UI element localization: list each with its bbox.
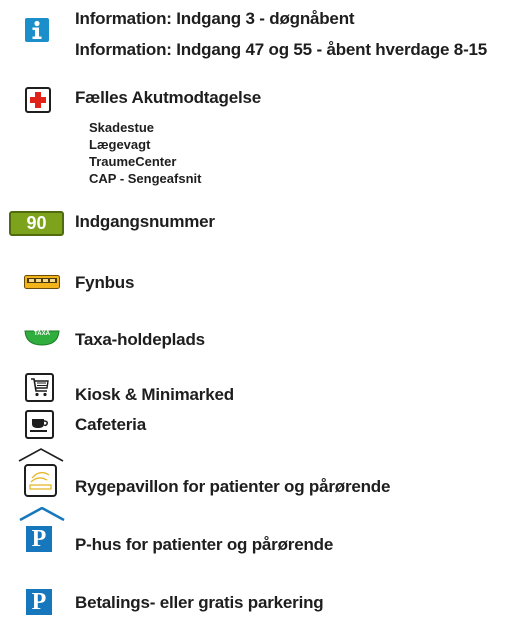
information-line-2: Information: Indgang 47 og 55 - åbent hv…	[75, 40, 488, 59]
emergency-sub-item: Lægevagt	[89, 137, 151, 152]
emergency-title: Fælles Akutmodtagelse	[75, 88, 261, 107]
smoking-label: Rygepavillon for patienter og pårørende	[75, 477, 391, 496]
coffee-cup-icon	[25, 410, 54, 439]
shopping-cart-icon	[25, 373, 54, 402]
emergency-sub-item: TraumeCenter	[89, 154, 177, 169]
entrance-label: Indgangsnummer	[75, 212, 215, 231]
emergency-sub-item: Skadestue	[89, 120, 155, 135]
taxi-icon: TAXA	[24, 330, 60, 346]
taxi-label: Taxa-holdeplads	[75, 330, 205, 349]
parking-garage-letter: P	[31, 526, 47, 552]
first-aid-cross-icon	[25, 87, 51, 113]
bus-label: Fynbus	[75, 273, 135, 292]
information-icon	[25, 18, 49, 42]
entrance-number-badge-text: 90	[26, 213, 47, 233]
entrance-number-badge: 90	[9, 211, 64, 236]
parking-letter: P	[31, 589, 47, 615]
parking-label: Betalings- eller gratis parkering	[75, 593, 324, 612]
parking-icon: P	[26, 589, 52, 615]
bus-icon	[24, 275, 60, 289]
taxi-icon-text: TAXA	[34, 331, 50, 337]
smoking-pavilion-icon	[16, 447, 66, 499]
emergency-sub-item: CAP - Sengeafsnit	[89, 171, 202, 186]
information-line-1: Information: Indgang 3 - døgnåbent	[75, 9, 355, 28]
cafeteria-label: Cafeteria	[75, 415, 146, 434]
parking-garage-icon: P	[17, 506, 67, 557]
kiosk-label: Kiosk & Minimarked	[75, 385, 234, 404]
parking-garage-label: P-hus for patienter og pårørende	[75, 535, 334, 554]
